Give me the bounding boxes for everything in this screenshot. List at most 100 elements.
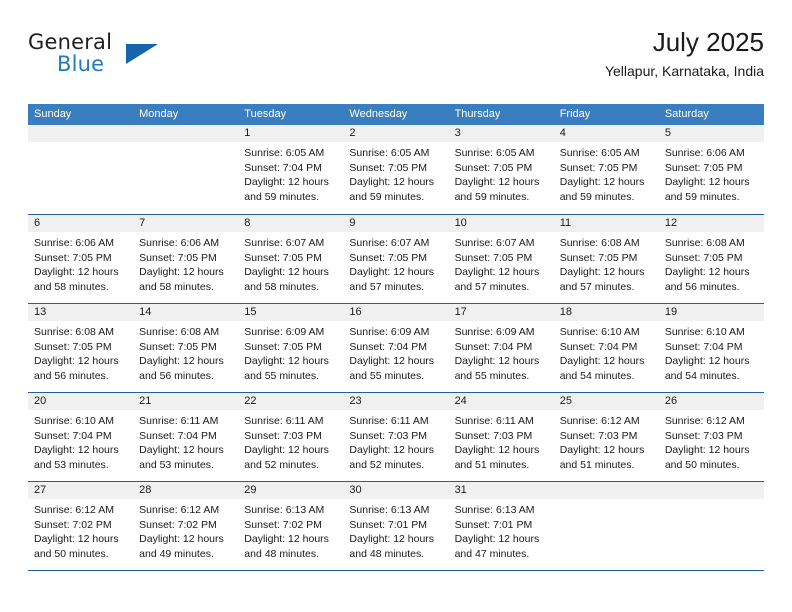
day-cell[interactable]: 30 Sunrise: 6:13 AM Sunset: 7:01 PM Dayligh… (343, 482, 449, 570)
sunrise-text: Sunrise: 6:10 AM (34, 415, 114, 427)
daylight-text-line1: Daylight: 12 hours (244, 355, 329, 368)
day-cell[interactable]: 14 Sunrise: 6:08 AM Sunset: 7:05 PM Dayligh… (133, 304, 239, 392)
day-number: 27 (28, 482, 134, 499)
day-cell-empty (28, 125, 134, 214)
daylight-text-line2: and 58 minutes. (34, 280, 109, 293)
day-number: 8 (238, 215, 344, 232)
sunrise-text: Sunrise: 6:13 AM (349, 504, 430, 516)
day-cell[interactable]: 29 Sunrise: 6:13 AM Sunset: 7:02 PM Dayligh… (238, 482, 344, 570)
weekday-header-row: Sunday Monday Tuesday Wednesday Thursday Frid… (28, 104, 764, 125)
sunset-text: Sunset: 7:01 PM (349, 518, 428, 531)
day-cell[interactable]: 10 Sunrise: 6:07 AM Sunset: 7:05 PM Dayligh… (448, 215, 554, 303)
day-number (553, 482, 659, 499)
daylight-text-line2: and 51 minutes. (454, 458, 530, 471)
day-cell[interactable]: 31 Sunrise: 6:13 AM Sunset: 7:01 PM Dayligh… (448, 482, 554, 570)
sunrise-text: Sunrise: 6:13 AM (454, 504, 535, 516)
day-number: 10 (448, 215, 554, 232)
day-number: 24 (448, 393, 554, 410)
day-cell[interactable]: 9 Sunrise: 6:07 AM Sunset: 7:05 PM Daylight… (343, 215, 449, 303)
day-details: Sunrise: 6:08 AM Sunset: 7:05 PM Daylight:… (28, 321, 133, 383)
day-number (28, 125, 134, 142)
day-cell[interactable]: 25 Sunrise: 6:12 AM Sunset: 7:03 PM Dayligh… (553, 393, 659, 481)
day-details: Sunrise: 6:11 AM Sunset: 7:03 PM Daylight:… (449, 410, 554, 472)
day-cell[interactable]: 18 Sunrise: 6:10 AM Sunset: 7:04 PM Dayligh… (553, 304, 659, 392)
day-cell[interactable]: 2 Sunrise: 6:05 AM Sunset: 7:05 PM Daylight… (343, 125, 449, 214)
weekday-header-tuesday: Tuesday (244, 108, 287, 120)
day-cell[interactable]: 20 Sunrise: 6:10 AM Sunset: 7:04 PM Dayligh… (28, 393, 134, 481)
day-number: 5 (658, 125, 764, 142)
day-details: Sunrise: 6:09 AM Sunset: 7:04 PM Daylight:… (343, 321, 448, 383)
calendar-grid: Sunday Monday Tuesday Wednesday Thursday Frid… (28, 104, 764, 571)
day-details: Sunrise: 6:13 AM Sunset: 7:02 PM Daylight:… (238, 499, 343, 561)
daylight-text-line1: Daylight: 12 hours (454, 444, 540, 457)
sunrise-text: Sunrise: 6:07 AM (349, 237, 430, 249)
day-cell[interactable]: 4 Sunrise: 6:05 AM Sunset: 7:05 PM Daylight… (553, 125, 659, 214)
day-cell[interactable]: 21 Sunrise: 6:11 AM Sunset: 7:04 PM Dayligh… (133, 393, 239, 481)
day-cell[interactable]: 11 Sunrise: 6:08 AM Sunset: 7:05 PM Dayligh… (553, 215, 659, 303)
sunrise-text: Sunrise: 6:12 AM (34, 504, 114, 516)
sunset-text: Sunset: 7:03 PM (349, 429, 428, 442)
day-number: 25 (553, 393, 659, 410)
daylight-text-line1: Daylight: 12 hours (559, 355, 645, 368)
day-cell[interactable]: 23 Sunrise: 6:11 AM Sunset: 7:03 PM Dayligh… (343, 393, 449, 481)
day-cell[interactable]: 22 Sunrise: 6:11 AM Sunset: 7:03 PM Dayligh… (238, 393, 344, 481)
calendar-week-row: 1 Sunrise: 6:05 AM Sunset: 7:04 PM Daylight… (28, 125, 764, 214)
day-number (658, 482, 764, 499)
daylight-text-line2: and 54 minutes. (664, 369, 740, 382)
daylight-text-line1: Daylight: 12 hours (34, 355, 119, 368)
daylight-text-line1: Daylight: 12 hours (34, 444, 119, 457)
day-cell[interactable]: 12 Sunrise: 6:08 AM Sunset: 7:05 PM Dayligh… (658, 215, 764, 303)
sunset-text: Sunset: 7:04 PM (559, 340, 638, 353)
day-details: Sunrise: 6:10 AM Sunset: 7:04 PM Daylight:… (28, 410, 133, 472)
sunrise-text: Sunrise: 6:09 AM (244, 326, 325, 338)
daylight-text-line1: Daylight: 12 hours (139, 355, 224, 368)
sunset-text: Sunset: 7:05 PM (244, 340, 322, 353)
day-details: Sunrise: 6:06 AM Sunset: 7:05 PM Daylight:… (28, 232, 133, 294)
brand-logo[interactable]: General Blue (28, 30, 208, 88)
day-cell[interactable]: 27 Sunrise: 6:12 AM Sunset: 7:02 PM Dayligh… (28, 482, 134, 570)
sunset-text: Sunset: 7:01 PM (454, 518, 533, 531)
sunrise-text: Sunrise: 6:07 AM (244, 237, 325, 249)
daylight-text-line1: Daylight: 12 hours (244, 266, 329, 279)
weekday-header-thursday: Thursday (454, 108, 501, 120)
day-details: Sunrise: 6:11 AM Sunset: 7:04 PM Daylight:… (133, 410, 238, 472)
sunrise-text: Sunrise: 6:12 AM (664, 415, 745, 427)
daylight-text-line2: and 55 minutes. (349, 369, 425, 382)
day-cell[interactable]: 8 Sunrise: 6:07 AM Sunset: 7:05 PM Daylight… (238, 215, 344, 303)
day-number: 12 (658, 215, 764, 232)
day-cell[interactable]: 13 Sunrise: 6:08 AM Sunset: 7:05 PM Dayligh… (28, 304, 134, 392)
daylight-text-line2: and 57 minutes. (454, 280, 530, 293)
day-number: 3 (448, 125, 554, 142)
day-number: 22 (238, 393, 344, 410)
day-cell[interactable]: 19 Sunrise: 6:10 AM Sunset: 7:04 PM Dayligh… (658, 304, 764, 392)
sunrise-text: Sunrise: 6:08 AM (34, 326, 114, 338)
day-cell[interactable]: 24 Sunrise: 6:11 AM Sunset: 7:03 PM Dayligh… (448, 393, 554, 481)
sunset-text: Sunset: 7:04 PM (454, 340, 533, 353)
day-cell[interactable]: 1 Sunrise: 6:05 AM Sunset: 7:04 PM Daylight… (238, 125, 344, 214)
day-cell[interactable]: 17 Sunrise: 6:09 AM Sunset: 7:04 PM Dayligh… (448, 304, 554, 392)
daylight-text-line2: and 49 minutes. (139, 547, 214, 560)
title-block: July 2025 Yellapur, Karnataka, India (605, 26, 764, 80)
day-number: 28 (133, 482, 239, 499)
sunrise-text: Sunrise: 6:06 AM (139, 237, 220, 249)
day-cell[interactable]: 26 Sunrise: 6:12 AM Sunset: 7:03 PM Dayligh… (658, 393, 764, 481)
day-cell[interactable]: 28 Sunrise: 6:12 AM Sunset: 7:02 PM Dayligh… (133, 482, 239, 570)
day-cell[interactable]: 16 Sunrise: 6:09 AM Sunset: 7:04 PM Dayligh… (343, 304, 449, 392)
day-cell-empty (658, 482, 764, 570)
sunrise-text: Sunrise: 6:06 AM (34, 237, 114, 249)
weekday-header-saturday: Saturday (664, 108, 709, 120)
day-details: Sunrise: 6:13 AM Sunset: 7:01 PM Daylight:… (449, 499, 554, 561)
day-cell[interactable]: 5 Sunrise: 6:06 AM Sunset: 7:05 PM Daylight… (658, 125, 764, 214)
daylight-text-line1: Daylight: 12 hours (454, 176, 540, 189)
daylight-text-line2: and 48 minutes. (349, 547, 425, 560)
sunrise-text: Sunrise: 6:12 AM (559, 415, 640, 427)
sunrise-text: Sunrise: 6:11 AM (139, 415, 219, 427)
day-cell[interactable]: 7 Sunrise: 6:06 AM Sunset: 7:05 PM Daylight… (133, 215, 239, 303)
day-cell[interactable]: 15 Sunrise: 6:09 AM Sunset: 7:05 PM Dayligh… (238, 304, 344, 392)
day-cell[interactable]: 3 Sunrise: 6:05 AM Sunset: 7:05 PM Daylight… (448, 125, 554, 214)
day-cell-empty (133, 125, 239, 214)
calendar-week-row: 20 Sunrise: 6:10 AM Sunset: 7:04 PM Dayligh… (28, 392, 764, 481)
daylight-text-line1: Daylight: 12 hours (34, 266, 119, 279)
day-cell[interactable]: 6 Sunrise: 6:06 AM Sunset: 7:05 PM Daylight… (28, 215, 134, 303)
sunrise-text: Sunrise: 6:08 AM (139, 326, 220, 338)
